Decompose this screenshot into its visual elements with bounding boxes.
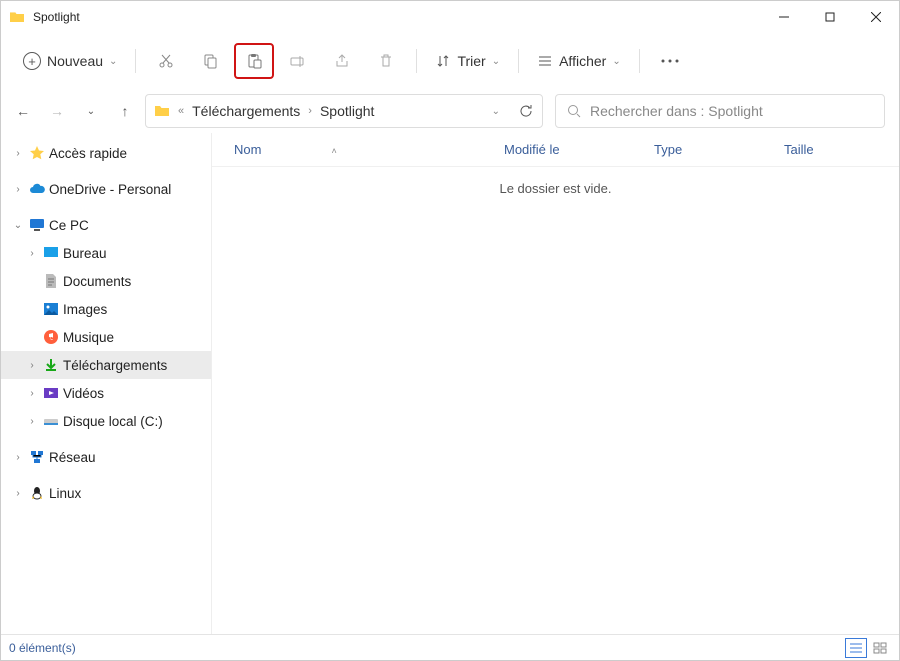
cloud-icon — [29, 181, 45, 197]
window-close[interactable] — [853, 1, 899, 33]
column-size[interactable]: Taille — [784, 142, 864, 157]
copy-icon — [202, 53, 218, 69]
plus-icon: + — [23, 52, 41, 70]
copy-button[interactable] — [190, 43, 230, 79]
tree-this-pc[interactable]: ⌄Ce PC — [1, 211, 211, 239]
tree-music[interactable]: Musique — [1, 323, 211, 351]
grid-icon — [873, 642, 887, 654]
sort-button-label: Trier — [457, 53, 485, 69]
star-icon — [29, 145, 45, 161]
tree-quick-access[interactable]: ›Accès rapide — [1, 139, 211, 167]
paste-button[interactable] — [234, 43, 274, 79]
window-minimize[interactable] — [761, 1, 807, 33]
file-list: Nom˄ Modifié le Type Taille Le dossier e… — [211, 133, 899, 634]
empty-folder-message: Le dossier est vide. — [212, 181, 899, 196]
desktop-icon — [43, 245, 59, 261]
rename-icon — [290, 53, 306, 69]
tree-pictures[interactable]: Images — [1, 295, 211, 323]
share-button[interactable] — [322, 43, 362, 79]
nav-forward[interactable]: → — [49, 103, 65, 119]
tree-network[interactable]: ›Réseau — [1, 443, 211, 471]
nav-recent[interactable]: ⌄ — [83, 106, 99, 117]
linux-icon — [29, 485, 45, 501]
address-bar[interactable]: « Téléchargements › Spotlight ⌄ — [145, 94, 543, 128]
chevron-down-icon[interactable]: ⌄ — [492, 106, 500, 117]
nav-tree: ›Accès rapide ›OneDrive - Personal ⌄Ce P… — [1, 133, 211, 634]
toolbar: + Nouveau ⌄ Trier ⌄ Afficher ⌄ — [1, 33, 899, 89]
view-thumbs-toggle[interactable] — [869, 638, 891, 658]
view-button-label: Afficher — [559, 53, 606, 69]
breadcrumb-parent[interactable]: Téléchargements — [192, 103, 300, 119]
tree-videos[interactable]: ›Vidéos — [1, 379, 211, 407]
search-box[interactable]: Rechercher dans : Spotlight — [555, 94, 885, 128]
cut-button[interactable] — [146, 43, 186, 79]
tree-linux[interactable]: ›Linux — [1, 479, 211, 507]
titlebar: Spotlight — [1, 1, 899, 33]
music-icon — [43, 329, 59, 345]
monitor-icon — [29, 217, 45, 233]
view-icon — [537, 53, 553, 69]
column-name[interactable]: Nom˄ — [234, 142, 504, 157]
view-details-toggle[interactable] — [845, 638, 867, 658]
video-icon — [43, 385, 59, 401]
search-icon — [566, 103, 582, 119]
trash-icon — [378, 53, 394, 69]
nav-back[interactable]: ← — [15, 103, 31, 119]
drive-icon — [43, 413, 59, 429]
scissors-icon — [158, 53, 174, 69]
tree-desktop[interactable]: ›Bureau — [1, 239, 211, 267]
window-title: Spotlight — [33, 10, 80, 24]
folder-icon — [154, 103, 170, 119]
tree-onedrive[interactable]: ›OneDrive - Personal — [1, 175, 211, 203]
download-icon — [43, 357, 59, 373]
nav-up[interactable]: ↑ — [117, 103, 133, 119]
sort-icon — [435, 53, 451, 69]
share-icon — [334, 53, 350, 69]
new-button-label: Nouveau — [47, 53, 103, 69]
network-icon — [29, 449, 45, 465]
column-headers: Nom˄ Modifié le Type Taille — [212, 133, 899, 167]
chevron-down-icon: ⌄ — [492, 56, 500, 67]
search-placeholder: Rechercher dans : Spotlight — [590, 103, 763, 119]
tree-documents[interactable]: Documents — [1, 267, 211, 295]
sort-caret-icon: ˄ — [331, 146, 336, 156]
new-button[interactable]: + Nouveau ⌄ — [15, 48, 125, 74]
tree-local-disk[interactable]: ›Disque local (C:) — [1, 407, 211, 435]
breadcrumb-current[interactable]: Spotlight — [320, 103, 374, 119]
nav-row: ← → ⌄ ↑ « Téléchargements › Spotlight ⌄ … — [1, 89, 899, 133]
status-bar: 0 élément(s) — [1, 634, 899, 660]
status-count: 0 élément(s) — [9, 641, 76, 655]
chevron-left-icon: « — [178, 105, 184, 117]
sort-button[interactable]: Trier ⌄ — [427, 49, 508, 73]
document-icon — [43, 273, 59, 289]
column-type[interactable]: Type — [654, 142, 784, 157]
pictures-icon — [43, 301, 59, 317]
chevron-down-icon: ⌄ — [109, 56, 117, 67]
tree-downloads[interactable]: ›Téléchargements — [1, 351, 211, 379]
column-modified[interactable]: Modifié le — [504, 142, 654, 157]
chevron-right-icon: › — [308, 105, 312, 117]
ellipsis-icon — [661, 59, 679, 63]
rename-button[interactable] — [278, 43, 318, 79]
delete-button[interactable] — [366, 43, 406, 79]
more-button[interactable] — [650, 43, 690, 79]
refresh-icon[interactable] — [518, 103, 534, 119]
list-icon — [849, 642, 863, 654]
view-button[interactable]: Afficher ⌄ — [529, 49, 629, 73]
chevron-down-icon: ⌄ — [612, 56, 620, 67]
window-maximize[interactable] — [807, 1, 853, 33]
paste-icon — [246, 53, 262, 69]
folder-icon — [9, 9, 25, 25]
